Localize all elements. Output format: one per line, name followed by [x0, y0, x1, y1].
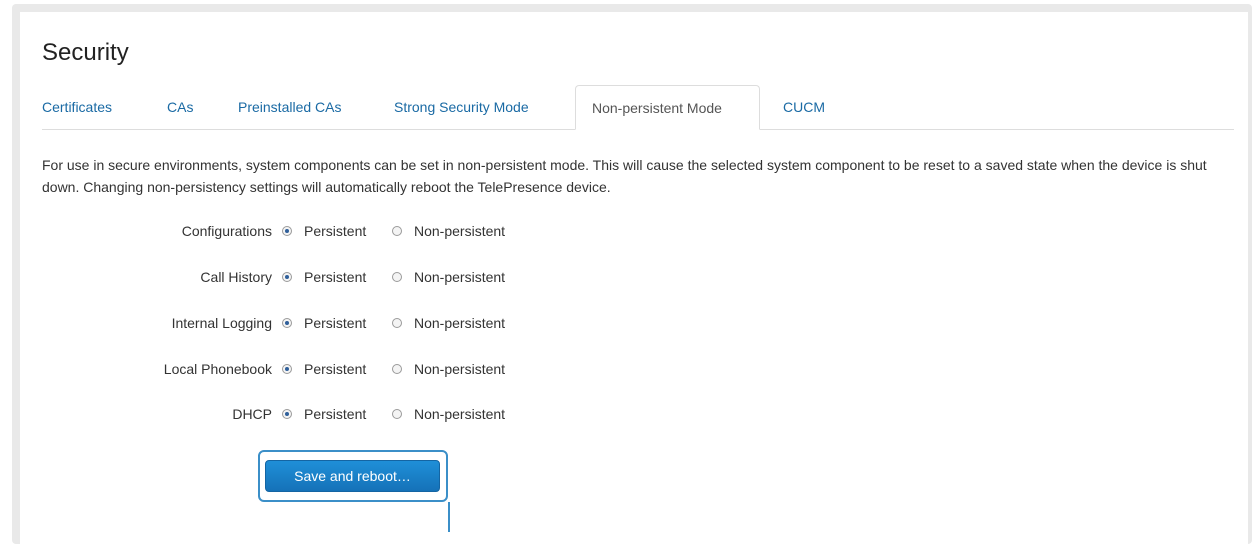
- tab-preinstalled-cas[interactable]: Preinstalled CAs: [238, 85, 342, 129]
- persistent-radio[interactable]: [282, 272, 292, 282]
- non-persistent-option[interactable]: Non-persistent: [392, 406, 505, 422]
- non-persistent-label: Non-persistent: [414, 223, 506, 239]
- setting-row-call-history: Call History Persistent Non-persistent: [42, 269, 532, 289]
- persistent-option[interactable]: Persistent: [282, 315, 366, 331]
- setting-row-internal-logging: Internal Logging Persistent Non-persiste…: [42, 315, 532, 335]
- non-persistent-radio[interactable]: [392, 409, 402, 419]
- save-and-reboot-button[interactable]: Save and reboot…: [265, 460, 440, 492]
- persistent-option[interactable]: Persistent: [282, 406, 366, 422]
- setting-label: DHCP: [232, 406, 272, 422]
- security-panel: Security Certificates CAs Preinstalled C…: [20, 12, 1248, 552]
- tab-certificates[interactable]: Certificates: [42, 85, 112, 129]
- non-persistent-radio[interactable]: [392, 364, 402, 374]
- non-persistent-option[interactable]: Non-persistent: [392, 223, 505, 239]
- tab-cas[interactable]: CAs: [167, 85, 193, 129]
- non-persistent-label: Non-persistent: [414, 269, 506, 285]
- setting-row-dhcp: DHCP Persistent Non-persistent: [42, 406, 532, 426]
- setting-row-local-phonebook: Local Phonebook Persistent Non-persisten…: [42, 361, 532, 381]
- persistent-label: Persistent: [304, 223, 367, 239]
- callout-pointer-line: [448, 502, 450, 532]
- persistent-radio[interactable]: [282, 409, 292, 419]
- persistent-label: Persistent: [304, 315, 367, 331]
- tab-strong-security-mode[interactable]: Strong Security Mode: [394, 85, 529, 129]
- tab-non-persistent-mode[interactable]: Non-persistent Mode: [575, 85, 760, 130]
- setting-label: Internal Logging: [171, 315, 272, 331]
- persistent-label: Persistent: [304, 406, 367, 422]
- tab-cucm[interactable]: CUCM: [783, 85, 825, 129]
- setting-label: Configurations: [181, 223, 272, 239]
- setting-label: Call History: [200, 269, 272, 285]
- tab-bar: Certificates CAs Preinstalled CAs Strong…: [42, 85, 1234, 130]
- page-title: Security: [42, 39, 129, 66]
- persistent-radio[interactable]: [282, 364, 292, 374]
- persistent-radio[interactable]: [282, 318, 292, 328]
- persistent-radio[interactable]: [282, 226, 292, 236]
- non-persistent-label: Non-persistent: [414, 315, 506, 331]
- non-persistent-radio[interactable]: [392, 272, 402, 282]
- persistent-option[interactable]: Persistent: [282, 269, 366, 285]
- non-persistent-label: Non-persistent: [414, 406, 506, 422]
- persistent-option[interactable]: Persistent: [282, 223, 366, 239]
- non-persistent-radio[interactable]: [392, 226, 402, 236]
- persistent-label: Persistent: [304, 269, 367, 285]
- setting-label: Local Phonebook: [163, 361, 272, 377]
- non-persistent-label: Non-persistent: [414, 361, 506, 377]
- persistent-option[interactable]: Persistent: [282, 361, 366, 377]
- non-persistent-option[interactable]: Non-persistent: [392, 269, 505, 285]
- setting-row-configurations: Configurations Persistent Non-persistent: [42, 223, 532, 243]
- persistent-label: Persistent: [304, 361, 367, 377]
- non-persistent-option[interactable]: Non-persistent: [392, 361, 505, 377]
- non-persistent-option[interactable]: Non-persistent: [392, 315, 505, 331]
- non-persistent-radio[interactable]: [392, 318, 402, 328]
- description-text: For use in secure environments, system c…: [42, 157, 1207, 195]
